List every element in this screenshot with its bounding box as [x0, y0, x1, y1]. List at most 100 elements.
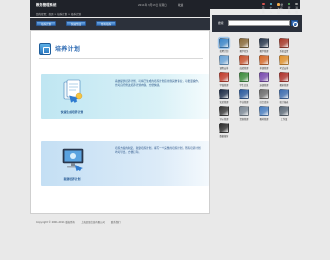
module-label: 排课管理 — [259, 67, 269, 70]
company-text: 上海某某信息有限公司 — [80, 221, 105, 224]
module-item[interactable]: 数据备份 — [216, 123, 232, 138]
module-label: 实验管理 — [219, 101, 229, 104]
module-item[interactable]: 招聘计划 — [216, 38, 232, 53]
tab-plan[interactable]: 培养计划 — [36, 20, 56, 26]
module-icon — [239, 55, 249, 65]
module-icon — [279, 106, 289, 116]
quick-generate-card[interactable]: 快速生成培养计划 系统提供培养计划、可将已生成的培养计划应用到其他专业，可批量操… — [41, 74, 209, 119]
new-plan-label[interactable]: 新建培养计划 — [47, 177, 97, 181]
divider — [39, 58, 203, 59]
document-arrow-icon — [63, 79, 83, 103]
module-label: 考试安排 — [279, 67, 289, 70]
welcome-text: 欢迎 — [178, 3, 184, 7]
tab-all-plans[interactable]: 所有培养 — [96, 20, 116, 26]
module-item[interactable]: 成绩管理 — [236, 55, 252, 70]
module-item[interactable]: 统计报表 — [276, 89, 292, 104]
module-label: 教学管理 — [259, 50, 269, 53]
module-icon — [239, 89, 249, 99]
module-icon — [279, 72, 289, 82]
top-link-0[interactable]: 首页 — [262, 2, 267, 15]
module-label: 学生信息 — [239, 84, 249, 87]
module-icon — [219, 55, 229, 65]
contact-link[interactable]: 联系我们 — [111, 221, 121, 224]
help-icon — [287, 2, 291, 6]
module-item[interactable]: 教学管理 — [256, 38, 272, 53]
search-panel: 搜索 — [212, 15, 302, 32]
top-link-4[interactable]: 退出 — [295, 2, 300, 15]
module-item[interactable]: 课程安排 — [216, 55, 232, 70]
module-icon — [239, 106, 249, 116]
module-item[interactable]: 教学任务 — [236, 38, 252, 53]
top-link-label: 帮助 — [287, 6, 291, 14]
exit-icon — [295, 2, 298, 6]
module-label: 综合查询 — [259, 101, 269, 104]
search-input[interactable] — [228, 20, 290, 26]
top-link-label: 首页 — [262, 6, 265, 14]
module-item[interactable]: 工作量 — [276, 106, 292, 121]
module-label: 统计报表 — [279, 101, 289, 104]
module-item[interactable]: 教室管理 — [276, 72, 292, 87]
module-icon — [259, 38, 269, 48]
breadcrumb-bar: 您的位置：首页 > 培养计划 > 培养计划 — [30, 9, 210, 17]
module-item[interactable]: 评价管理 — [216, 106, 232, 121]
plan-icon — [39, 43, 51, 55]
module-item[interactable]: 考试安排 — [276, 55, 292, 70]
module-icon — [259, 72, 269, 82]
module-label: 招聘计划 — [219, 50, 229, 53]
module-icon — [239, 72, 249, 82]
module-item[interactable]: 学生信息 — [236, 72, 252, 87]
monitor-icon — [62, 148, 84, 171]
footer: Copyright © 2001-2011 版权所有 上海某某信息有限公司 联系我们 — [30, 220, 210, 224]
top-link-1[interactable]: 个人 — [269, 2, 275, 15]
module-item[interactable]: 实验管理 — [216, 89, 232, 104]
module-item[interactable]: 教材管理 — [256, 106, 272, 121]
module-label: 教材管理 — [259, 118, 269, 121]
copyright-text: Copyright © 2001-2011 版权所有 — [36, 221, 75, 224]
quick-generate-desc: 系统提供培养计划、可将已生成的培养计划应用到其他专业，可批量操作，也可自行修改培… — [115, 80, 201, 87]
module-item[interactable]: 毕业管理 — [236, 89, 252, 104]
main-panel: 培养计划 快速生成培养计划 系统提供培养计划、可将已生成的培养计划应用到其他专业… — [30, 30, 210, 214]
module-item[interactable]: 排课管理 — [256, 55, 272, 70]
tab-strip: 培养计划 快速生成 所有培养 — [30, 18, 210, 30]
module-item[interactable]: 选课管理 — [256, 72, 272, 87]
module-icon — [219, 123, 229, 133]
breadcrumb: 您的位置：首页 > 培养计划 > 培养计划 — [36, 12, 81, 16]
tab-quick-generate[interactable]: 快速生成 — [66, 20, 86, 26]
module-label: 工作量 — [280, 118, 288, 121]
module-label: 毕业管理 — [239, 101, 249, 104]
page: 教务管理系统 2011年 3月13日 星期日 欢迎 首页 个人 修改密码 帮助 退出 您… — [0, 0, 330, 260]
module-icon — [219, 106, 229, 116]
module-label: 课程安排 — [219, 67, 229, 70]
home-icon — [262, 2, 265, 6]
top-link-label: 个人 — [269, 6, 273, 14]
system-title: 教务管理系统 — [36, 3, 57, 7]
module-icon — [279, 55, 289, 65]
search-label: 搜索 — [218, 21, 224, 25]
module-item[interactable]: 系统设置 — [276, 38, 292, 53]
date-text: 2011年 3月13日 星期日 — [138, 3, 167, 7]
top-link-3[interactable]: 帮助 — [287, 2, 293, 15]
module-label: 成绩管理 — [239, 67, 249, 70]
module-item[interactable]: 学籍管理 — [216, 72, 232, 87]
module-label: 资源管理 — [239, 118, 249, 121]
module-icon — [239, 38, 249, 48]
module-icon — [219, 38, 229, 48]
module-icon — [259, 106, 269, 116]
new-plan-desc: 培养方案的制定，新建培养计划，填写一个完整的培养计划，所有培养计划均可导出，方便… — [115, 147, 201, 154]
page-title: 培养计划 — [55, 46, 81, 53]
module-icon — [259, 55, 269, 65]
module-icon — [259, 89, 269, 99]
module-label: 教学任务 — [239, 50, 249, 53]
module-label: 系统设置 — [279, 50, 289, 53]
module-label: 评价管理 — [219, 118, 229, 121]
module-item[interactable]: 资源管理 — [236, 106, 252, 121]
top-bar: 教务管理系统 2011年 3月13日 星期日 欢迎 首页 个人 修改密码 帮助 退出 — [30, 0, 300, 15]
module-icon — [219, 89, 229, 99]
top-link-label: 退出 — [295, 6, 298, 14]
module-label: 学籍管理 — [219, 84, 229, 87]
new-plan-card[interactable]: 新建培养计划 培养方案的制定，新建培养计划，填写一个完整的培养计划，所有培养计划… — [41, 141, 209, 186]
module-item[interactable]: 综合查询 — [256, 89, 272, 104]
top-link-2[interactable]: 修改密码 — [277, 3, 285, 15]
search-button[interactable] — [291, 20, 298, 27]
quick-generate-label[interactable]: 快速生成培养计划 — [47, 110, 97, 114]
